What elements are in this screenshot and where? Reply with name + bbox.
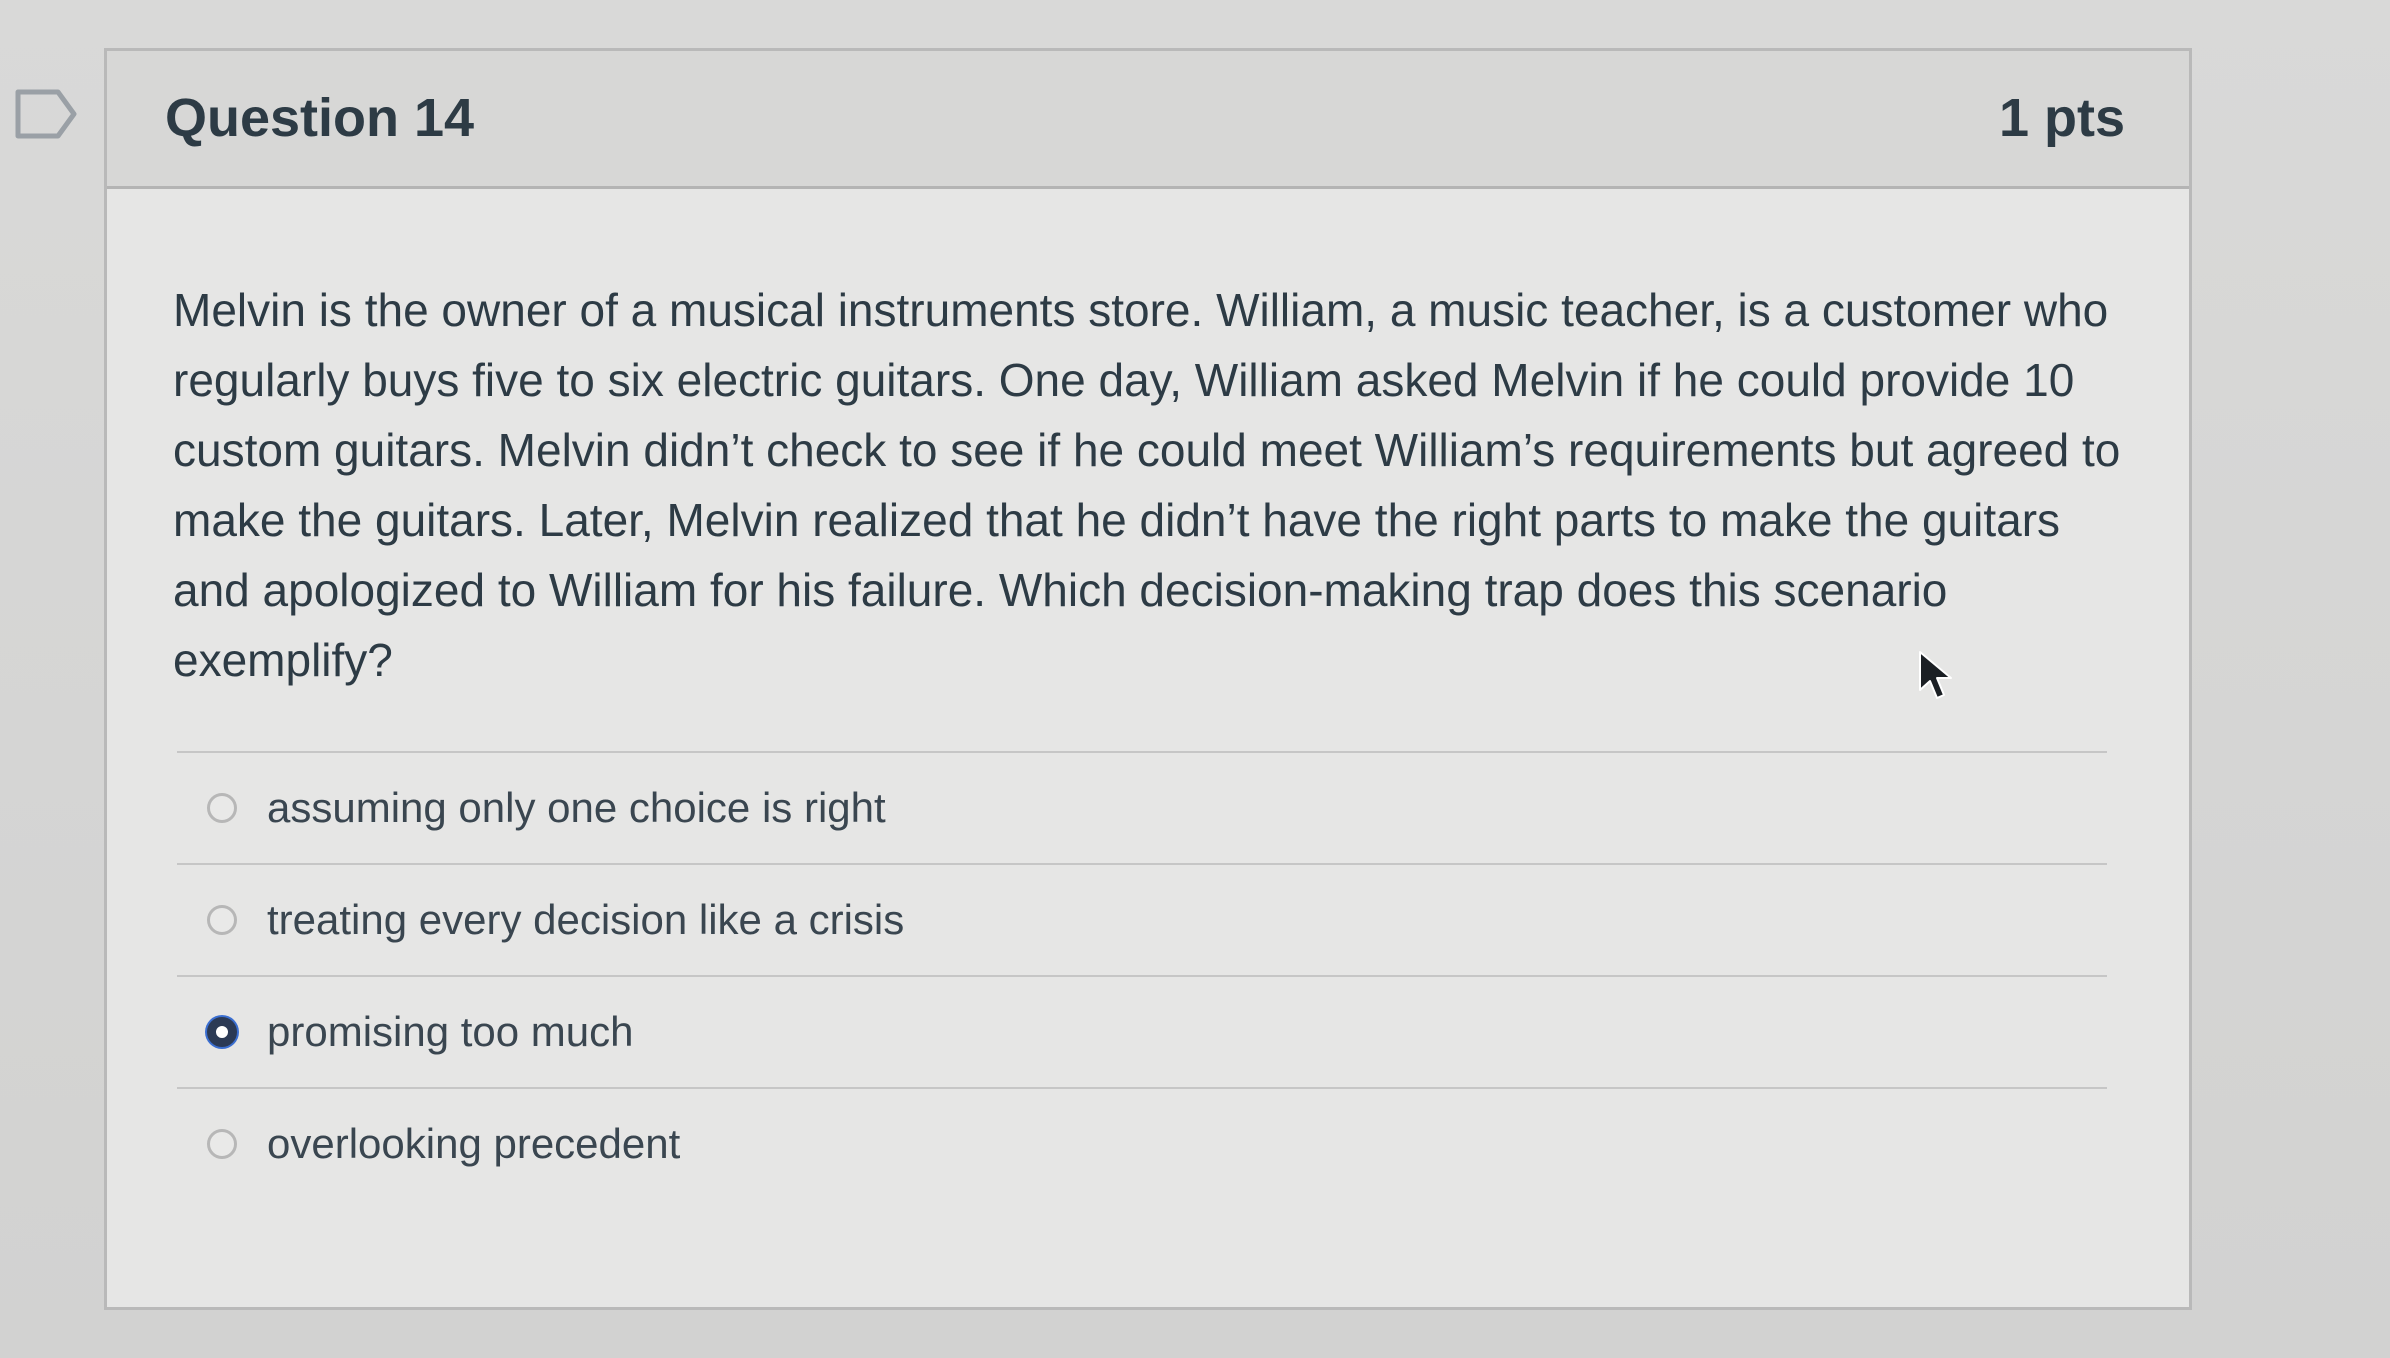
radio-button-selected[interactable] xyxy=(207,1017,237,1047)
radio-button[interactable] xyxy=(207,905,237,935)
answer-label[interactable]: assuming only one choice is right xyxy=(267,784,886,832)
screen: Question 14 1 pts Melvin is the owner of… xyxy=(0,0,2390,1358)
bookmark-flag-icon[interactable] xyxy=(14,88,78,140)
radio-button[interactable] xyxy=(207,1129,237,1159)
answer-label[interactable]: treating every decision like a crisis xyxy=(267,896,904,944)
answer-list: assuming only one choice is right treati… xyxy=(177,751,2107,1199)
answer-option-1[interactable]: assuming only one choice is right xyxy=(177,753,2107,863)
question-header: Question 14 1 pts xyxy=(107,51,2189,189)
answer-label[interactable]: promising too much xyxy=(267,1008,634,1056)
answer-label[interactable]: overlooking precedent xyxy=(267,1120,680,1168)
mouse-pointer-icon xyxy=(1919,651,1952,699)
radio-button[interactable] xyxy=(207,793,237,823)
question-card: Question 14 1 pts Melvin is the owner of… xyxy=(104,48,2192,1310)
question-title: Question 14 xyxy=(165,88,475,148)
answer-option-3[interactable]: promising too much xyxy=(177,977,2107,1087)
answer-option-2[interactable]: treating every decision like a crisis xyxy=(177,865,2107,975)
question-text: Melvin is the owner of a musical instrum… xyxy=(173,284,2121,686)
answer-option-4[interactable]: overlooking precedent xyxy=(177,1089,2107,1199)
question-points: 1 pts xyxy=(1998,88,2125,148)
